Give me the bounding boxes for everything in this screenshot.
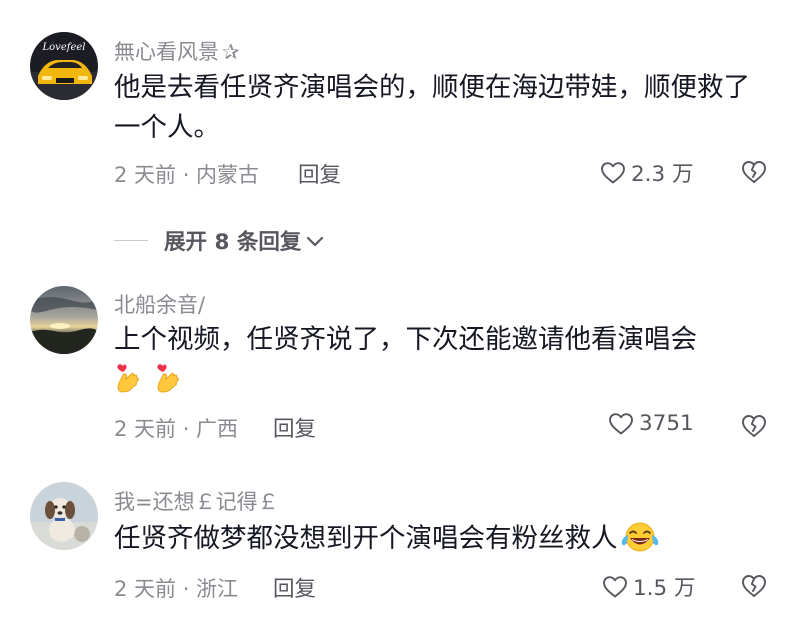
heart-outline-icon bbox=[603, 575, 627, 597]
comment-meta: 2 天前 · 浙江 bbox=[114, 577, 239, 601]
reply-button[interactable]: 回复 bbox=[273, 572, 316, 603]
dislike-button[interactable] bbox=[740, 413, 768, 441]
comment-text-content: 任贤齐做梦都没想到开个演唱会有粉丝救人 bbox=[114, 523, 618, 554]
broken-heart-icon bbox=[742, 575, 766, 597]
expand-divider bbox=[114, 240, 148, 241]
comment-meta: 2 天前 · 广西 bbox=[114, 417, 239, 441]
like-button[interactable]: 2.3 万 bbox=[600, 157, 694, 188]
comment-text: 上个视频，任贤齐说了，下次还能邀请他看演唱会 bbox=[114, 320, 764, 406]
expand-replies-button[interactable]: 展开 8 条回复 bbox=[114, 225, 325, 256]
chevron-down-icon bbox=[307, 236, 324, 246]
avatar[interactable]: Lovefeel bbox=[30, 32, 98, 100]
like-count: 1.5 万 bbox=[633, 576, 696, 601]
broken-heart-icon bbox=[742, 161, 766, 183]
comment-username[interactable]: 無心看风景 ✰ bbox=[114, 36, 240, 66]
comment-text: 任贤齐做梦都没想到开个演唱会有粉丝救人 bbox=[114, 519, 764, 565]
like-button[interactable]: 3751 bbox=[608, 411, 694, 436]
dislike-button[interactable] bbox=[740, 573, 768, 601]
dislike-button[interactable] bbox=[740, 159, 768, 187]
heart-outline-icon bbox=[601, 161, 625, 183]
finger-heart-emoji bbox=[114, 362, 144, 406]
avatar[interactable] bbox=[30, 286, 98, 354]
heart-outline-icon bbox=[609, 412, 633, 434]
reply-button[interactable]: 回复 bbox=[273, 412, 316, 443]
avatar-lettering: Lovefeel bbox=[42, 42, 86, 53]
comment-text-content: 上个视频，任贤齐说了，下次还能邀请他看演唱会 bbox=[114, 324, 697, 355]
like-count: 3751 bbox=[639, 411, 694, 436]
reply-button[interactable]: 回复 bbox=[298, 158, 341, 189]
expand-replies-label: 展开 8 条回复 bbox=[164, 230, 302, 255]
comment-text: 他是去看任贤齐演唱会的，顺便在海边带娃，顺便救了一个人。 bbox=[114, 72, 750, 143]
avatar-car-image: Lovefeel bbox=[30, 32, 98, 100]
finger-heart-emoji bbox=[154, 362, 184, 406]
broken-heart-icon bbox=[742, 415, 766, 437]
like-button[interactable]: 1.5 万 bbox=[602, 571, 696, 602]
comment-username[interactable]: 北船余音/ bbox=[114, 289, 205, 319]
comment-meta: 2 天前 · 内蒙古 bbox=[114, 163, 260, 187]
tears-of-joy-emoji bbox=[620, 521, 660, 565]
avatar[interactable] bbox=[30, 482, 98, 550]
avatar-sunset-image bbox=[30, 286, 98, 354]
comment-username[interactable]: 我=还想￡记得￡ bbox=[114, 486, 279, 516]
avatar-dog-image bbox=[30, 482, 98, 550]
like-count: 2.3 万 bbox=[631, 162, 694, 187]
